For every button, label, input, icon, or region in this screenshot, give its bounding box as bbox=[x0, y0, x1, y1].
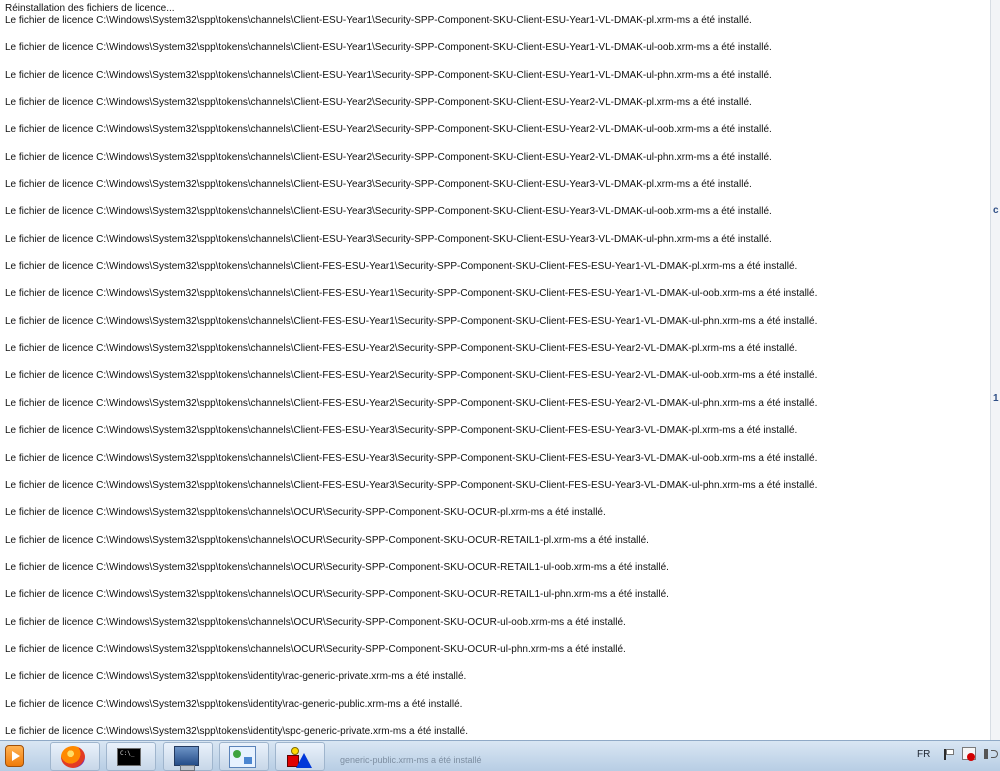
license-message-line: Le fichier de licence C:\Windows\System3… bbox=[5, 15, 752, 26]
license-installation-window: Réinstallation des fichiers de licence..… bbox=[0, 0, 990, 740]
license-message-line: Le fichier de licence C:\Windows\System3… bbox=[5, 124, 772, 136]
control-panel-icon bbox=[229, 746, 256, 768]
windows-taskbar: generic-public.xrm-ms a été installé FR bbox=[0, 740, 1000, 771]
license-message-line: Le fichier de licence C:\Windows\System3… bbox=[5, 698, 463, 710]
license-message-line: Le fichier de licence C:\Windows\System3… bbox=[5, 534, 649, 546]
language-indicator[interactable]: FR bbox=[917, 749, 930, 760]
background-window-mark: 1 bbox=[993, 393, 999, 404]
license-message-line: Le fichier de licence C:\Windows\System3… bbox=[5, 616, 626, 628]
license-message-line: Le fichier de licence C:\Windows\System3… bbox=[5, 479, 818, 491]
cmd-icon bbox=[117, 748, 141, 766]
license-message-line: Le fichier de licence C:\Windows\System3… bbox=[5, 671, 467, 683]
license-message-line: Le fichier de licence C:\Windows\System3… bbox=[5, 561, 669, 573]
taskbar-firefox-button[interactable] bbox=[50, 742, 100, 771]
taskbar-background-text: generic-public.xrm-ms a été installé bbox=[340, 755, 482, 765]
firefox-icon bbox=[61, 746, 85, 768]
action-center-flag-icon[interactable] bbox=[944, 749, 955, 760]
license-message-line: Le fichier de licence C:\Windows\System3… bbox=[5, 179, 752, 191]
license-message-line: Le fichier de licence C:\Windows\System3… bbox=[5, 233, 772, 245]
dialog-status-title: Réinstallation des fichiers de licence..… bbox=[5, 3, 175, 14]
taskbar-control-panel-button[interactable] bbox=[219, 742, 269, 771]
background-window-mark: c bbox=[993, 205, 999, 216]
license-message-line: Le fichier de licence C:\Windows\System3… bbox=[5, 725, 468, 737]
license-message-line: Le fichier de licence C:\Windows\System3… bbox=[5, 370, 818, 382]
license-message-line: Le fichier de licence C:\Windows\System3… bbox=[5, 643, 626, 655]
taskbar-computer-button[interactable] bbox=[163, 742, 213, 771]
license-message-line: Le fichier de licence C:\Windows\System3… bbox=[5, 425, 798, 437]
taskbar-start-button[interactable] bbox=[1, 742, 30, 771]
taskbar-command-prompt-button[interactable] bbox=[106, 742, 156, 771]
volume-icon[interactable] bbox=[984, 749, 998, 759]
license-message-line: Le fichier de licence C:\Windows\System3… bbox=[5, 42, 772, 54]
license-message-line: Le fichier de licence C:\Windows\System3… bbox=[5, 261, 798, 273]
desktop-screen: Réinstallation des fichiers de licence..… bbox=[0, 0, 1000, 771]
license-message-line: Le fichier de licence C:\Windows\System3… bbox=[5, 507, 606, 519]
license-message-line: Le fichier de licence C:\Windows\System3… bbox=[5, 288, 818, 300]
license-message-line: Le fichier de licence C:\Windows\System3… bbox=[5, 151, 772, 163]
license-message-line: Le fichier de licence C:\Windows\System3… bbox=[5, 343, 798, 355]
license-message-line: Le fichier de licence C:\Windows\System3… bbox=[5, 589, 669, 601]
license-message-line: Le fichier de licence C:\Windows\System3… bbox=[5, 69, 772, 81]
license-message-line: Le fichier de licence C:\Windows\System3… bbox=[5, 397, 818, 409]
license-message-line: Le fichier de licence C:\Windows\System3… bbox=[5, 315, 818, 327]
media-player-icon bbox=[5, 745, 24, 767]
license-message-list: Le fichier de licence C:\Windows\System3… bbox=[5, 14, 985, 740]
background-window-edge: c 1 bbox=[990, 0, 1000, 740]
computer-icon bbox=[174, 746, 199, 771]
shapes-icon bbox=[286, 747, 312, 769]
license-message-line: Le fichier de licence C:\Windows\System3… bbox=[5, 452, 818, 464]
license-message-line: Le fichier de licence C:\Windows\System3… bbox=[5, 206, 772, 218]
license-message-line: Le fichier de licence C:\Windows\System3… bbox=[5, 97, 752, 109]
network-disconnected-icon[interactable] bbox=[962, 747, 976, 761]
taskbar-shapes-app-button[interactable] bbox=[275, 742, 325, 771]
